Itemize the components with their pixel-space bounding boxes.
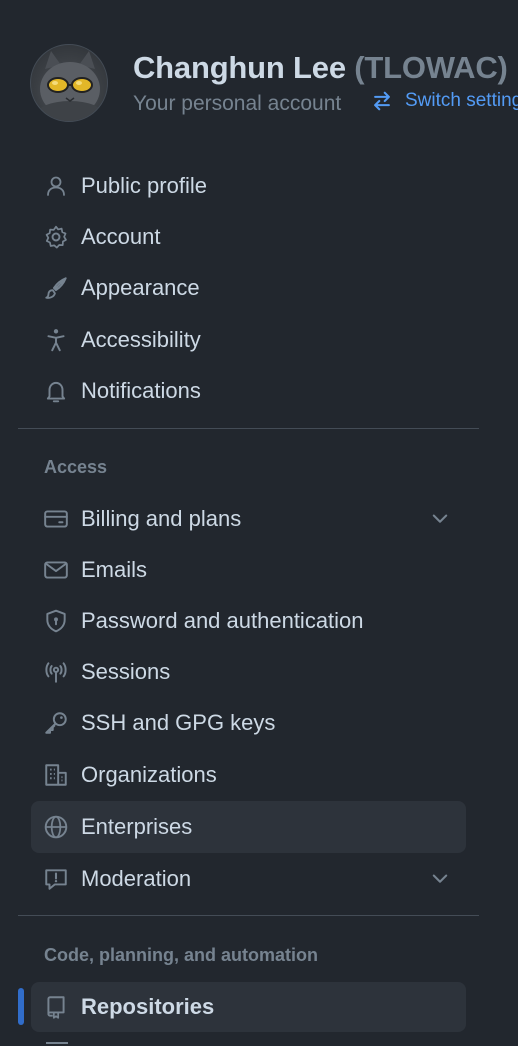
nav-billing-and-plans[interactable]: Billing and plans xyxy=(31,494,466,544)
nav-repositories[interactable]: Repositories xyxy=(31,982,466,1032)
shield-lock-icon xyxy=(42,607,70,635)
nav-label: Emails xyxy=(81,557,148,582)
section-title-code-planning-automation: Code, planning, and automation xyxy=(44,945,318,965)
chevron-down-icon[interactable] xyxy=(430,508,450,528)
account-title: Changhun Lee (TLOWAC) xyxy=(133,50,508,86)
account-name: Changhun Lee xyxy=(133,50,346,85)
repo-icon xyxy=(42,993,70,1021)
nav-label: Sessions xyxy=(81,659,171,684)
nav-label: Moderation xyxy=(81,866,192,891)
divider xyxy=(18,428,479,429)
organization-icon xyxy=(42,761,70,789)
switch-settings-label: Switch settings context xyxy=(405,90,518,111)
nav-notifications[interactable]: Notifications xyxy=(31,366,466,416)
nav-account[interactable]: Account xyxy=(31,212,466,262)
gear-icon xyxy=(42,223,70,251)
chevron-down-icon[interactable] xyxy=(430,868,450,888)
nav-password-and-authentication[interactable]: Password and authentication xyxy=(31,596,466,646)
section-title-access: Access xyxy=(44,457,108,477)
nav-organizations[interactable]: Organizations xyxy=(31,750,466,800)
nav-emails[interactable]: Emails xyxy=(31,545,466,595)
account-handle: (TLOWAC) xyxy=(354,50,508,85)
nav-label: Repositories xyxy=(81,994,215,1019)
nav-label: Public profile xyxy=(81,173,207,198)
cat-sunglasses-avatar xyxy=(36,51,104,121)
broadcast-icon xyxy=(42,658,70,686)
key-icon xyxy=(42,709,70,737)
nav-sessions[interactable]: Sessions xyxy=(31,647,466,697)
nav-label: Appearance xyxy=(81,275,200,300)
nav-accessibility[interactable]: Accessibility xyxy=(31,315,466,365)
nav-label: Billing and plans xyxy=(81,506,242,531)
nav-ssh-and-gpg-keys[interactable]: SSH and GPG keys xyxy=(31,698,466,748)
divider xyxy=(18,915,479,916)
credit-card-icon xyxy=(42,505,70,533)
arrow-switch-icon xyxy=(374,91,390,111)
mail-icon xyxy=(42,556,70,584)
nav-label: Organizations xyxy=(81,762,217,787)
nav-label: Account xyxy=(81,224,161,249)
nav-label: Enterprises xyxy=(81,814,193,839)
globe-icon xyxy=(42,813,70,841)
account-subtitle: Your personal account xyxy=(133,92,342,115)
accessibility-icon xyxy=(42,326,70,354)
nav-enterprises[interactable]: Enterprises xyxy=(31,801,466,853)
nav-public-profile[interactable]: Public profile xyxy=(31,161,466,211)
nav-label: SSH and GPG keys xyxy=(81,710,276,735)
account-header: Changhun Lee (TLOWAC) Your personal acco… xyxy=(30,44,518,124)
avatar[interactable] xyxy=(30,44,108,122)
report-icon xyxy=(42,865,70,893)
active-indicator xyxy=(18,988,24,1025)
nav-label: Notifications xyxy=(81,378,201,403)
person-icon xyxy=(42,172,70,200)
nav-moderation[interactable]: Moderation xyxy=(31,854,466,904)
nav-label: Password and authentication xyxy=(81,608,364,633)
paintbrush-icon xyxy=(42,274,70,302)
next-item-icon-partial xyxy=(46,1042,68,1046)
nav-label: Accessibility xyxy=(81,327,201,352)
settings-sidebar: Changhun Lee (TLOWAC) Your personal acco… xyxy=(0,0,518,1046)
nav-appearance[interactable]: Appearance xyxy=(31,263,466,313)
bell-icon xyxy=(42,377,70,405)
switch-settings-link[interactable]: Switch settings context xyxy=(371,90,518,112)
